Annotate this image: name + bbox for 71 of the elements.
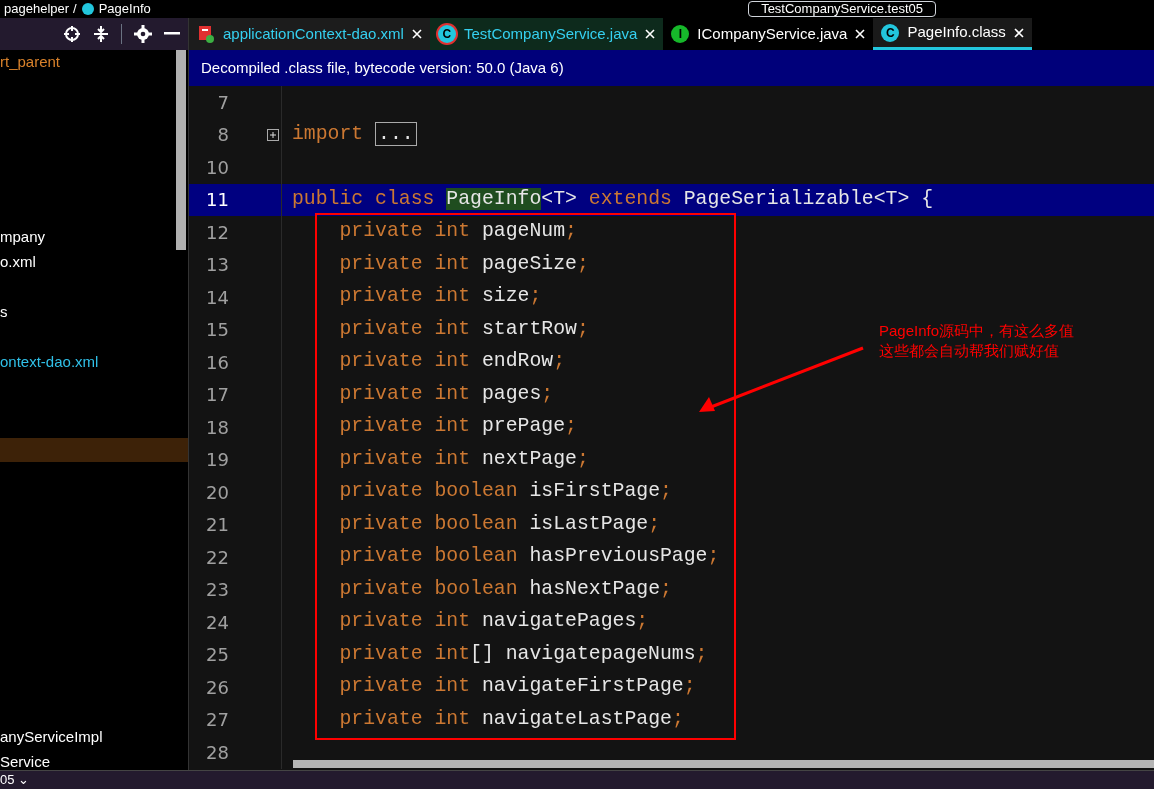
- line-number: 8: [216, 123, 229, 148]
- line-number: 14: [205, 285, 229, 310]
- close-icon[interactable]: [1013, 27, 1024, 38]
- editor-tab[interactable]: C TestCompanyService.java: [429, 18, 664, 50]
- tree-item[interactable]: Service: [0, 750, 51, 774]
- line-number: 19: [205, 448, 229, 473]
- code-line: import ...: [292, 119, 417, 150]
- class-icon: C: [437, 25, 456, 43]
- close-icon[interactable]: [645, 29, 656, 39]
- close-icon[interactable]: [411, 29, 422, 39]
- tree-item[interactable]: ontext-dao.xml: [0, 350, 99, 374]
- tree-item[interactable]: o.xml: [0, 250, 36, 274]
- code-line: private int endRow;: [338, 349, 566, 375]
- code-line: private boolean isLastPage;: [338, 511, 660, 537]
- code-line: private int prePage;: [338, 414, 577, 440]
- code-line: private int pageSize;: [338, 251, 589, 277]
- tree-item[interactable]: rt_parent: [0, 50, 61, 74]
- line-number: 17: [205, 383, 229, 408]
- horizontal-scrollbar[interactable]: [293, 760, 1154, 768]
- breadcrumb-separator: /: [73, 0, 77, 19]
- code-line: private boolean hasNextPage;: [338, 576, 672, 602]
- interface-icon: I: [671, 25, 690, 43]
- code-line: private int pages;: [338, 381, 554, 407]
- locate-icon[interactable]: [63, 25, 81, 43]
- code-line: private int navigateFirstPage;: [338, 674, 696, 700]
- editor-tab[interactable]: C PageInfo.class: [873, 18, 1032, 50]
- code-line: public class PageInfo<T> extends PageSerializable<T> {: [292, 186, 934, 212]
- editor-tab[interactable]: applicationContext-dao.xml: [189, 18, 430, 50]
- code-line: private boolean hasPreviousPage;: [338, 544, 720, 570]
- code-line: private int startRow;: [338, 316, 589, 342]
- line-number: 7: [216, 90, 229, 115]
- code-line: private int navigatePages;: [338, 609, 649, 635]
- code-line: private int[] navigatepageNums;: [338, 641, 708, 667]
- line-number: 18: [205, 415, 229, 440]
- tree-item[interactable]: anyServiceImpl: [0, 725, 103, 749]
- line-number: 24: [205, 610, 229, 635]
- class-icon: [80, 2, 95, 16]
- code-line: private int nextPage;: [338, 446, 589, 472]
- line-number: 27: [205, 708, 229, 733]
- line-number: 10: [205, 155, 229, 180]
- tree-item[interactable]: mpany: [0, 225, 46, 249]
- line-number: 20: [205, 480, 229, 505]
- run-configuration-dropdown[interactable]: TestCompanyService.test05: [748, 1, 936, 17]
- minimize-icon[interactable]: [164, 32, 180, 36]
- code-line: private int size;: [338, 284, 542, 310]
- vertical-scrollbar[interactable]: [176, 50, 186, 250]
- code-line: private int pageNum;: [338, 219, 577, 245]
- line-number: 13: [205, 253, 229, 278]
- close-icon[interactable]: [855, 29, 866, 39]
- line-number: 25: [205, 643, 229, 668]
- code-line: private boolean isFirstPage;: [338, 479, 672, 505]
- breadcrumb-item[interactable]: pagehelper: [4, 0, 70, 19]
- tree-item[interactable]: s: [0, 300, 8, 324]
- annotation-note: PageInfo源码中，有这么多值 这些都会自动帮我们赋好值: [879, 321, 1075, 361]
- class-icon: C: [881, 23, 900, 42]
- decompiled-notice: Decompiled .class file, bytecode version: 50.0 (Java 6): [189, 50, 1154, 86]
- line-number: 26: [205, 675, 229, 700]
- line-number: 15: [205, 318, 229, 343]
- line-number: 11: [205, 188, 229, 213]
- collapse-icon[interactable]: [93, 25, 109, 43]
- line-number: 21: [205, 513, 229, 538]
- selected-tree-row[interactable]: [0, 438, 188, 462]
- line-number: 28: [205, 740, 229, 765]
- status-text: 05 ⌄: [0, 771, 30, 789]
- line-number: 12: [205, 220, 229, 245]
- line-number: 22: [205, 545, 229, 570]
- breadcrumb-item[interactable]: PageInfo: [98, 0, 151, 19]
- line-number: 16: [205, 350, 229, 375]
- line-number: 23: [205, 578, 229, 603]
- code-line: private int navigateLastPage;: [338, 706, 684, 732]
- expand-icon[interactable]: [267, 128, 279, 141]
